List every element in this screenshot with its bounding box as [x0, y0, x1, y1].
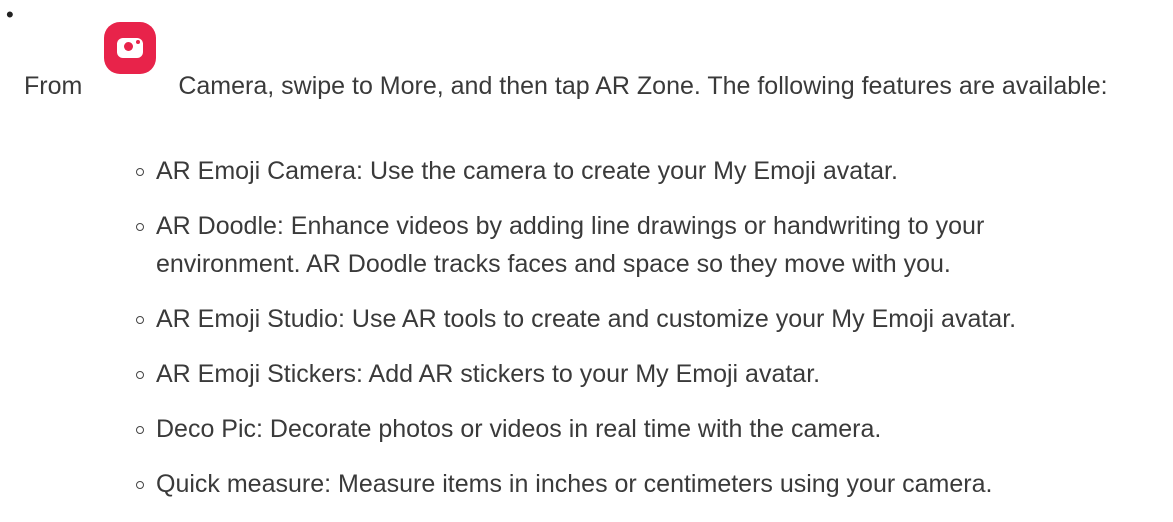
- circle-bullet-icon: [136, 168, 144, 176]
- list-bullet: •: [6, 2, 14, 27]
- intro-paragraph: From Camera, swipe to More, and then tap …: [24, 22, 1164, 107]
- list-item: AR Emoji Camera: Use the camera to creat…: [132, 152, 1172, 190]
- intro-rest: , swipe to More, and then tap AR Zone. T…: [267, 72, 1108, 100]
- circle-bullet-icon: [136, 223, 144, 231]
- camera-app-icon: [104, 22, 157, 98]
- circle-bullet-icon: [136, 481, 144, 489]
- circle-bullet-icon: [136, 316, 144, 324]
- list-item: AR Doodle: Enhance videos by adding line…: [132, 207, 1116, 283]
- list-item: Quick measure: Measure items in inches o…: [132, 465, 1172, 503]
- feature-text: Quick measure: Measure items in inches o…: [156, 470, 993, 498]
- feature-text: AR Emoji Camera: Use the camera to creat…: [156, 157, 898, 185]
- list-item: Deco Pic: Decorate photos or videos in r…: [132, 410, 1172, 448]
- intro-app-name: Camera: [178, 72, 268, 100]
- circle-bullet-icon: [136, 371, 144, 379]
- intro-from: From: [24, 72, 83, 100]
- feature-text: AR Doodle: Enhance videos by adding line…: [156, 212, 985, 278]
- list-item: AR Emoji Stickers: Add AR stickers to yo…: [132, 355, 1172, 393]
- feature-list: AR Emoji Camera: Use the camera to creat…: [132, 152, 1172, 520]
- list-item: AR Emoji Studio: Use AR tools to create …: [132, 300, 1172, 338]
- feature-text: Deco Pic: Decorate photos or videos in r…: [156, 415, 882, 443]
- feature-text: AR Emoji Studio: Use AR tools to create …: [156, 305, 1017, 333]
- circle-bullet-icon: [136, 426, 144, 434]
- feature-text: AR Emoji Stickers: Add AR stickers to yo…: [156, 360, 821, 388]
